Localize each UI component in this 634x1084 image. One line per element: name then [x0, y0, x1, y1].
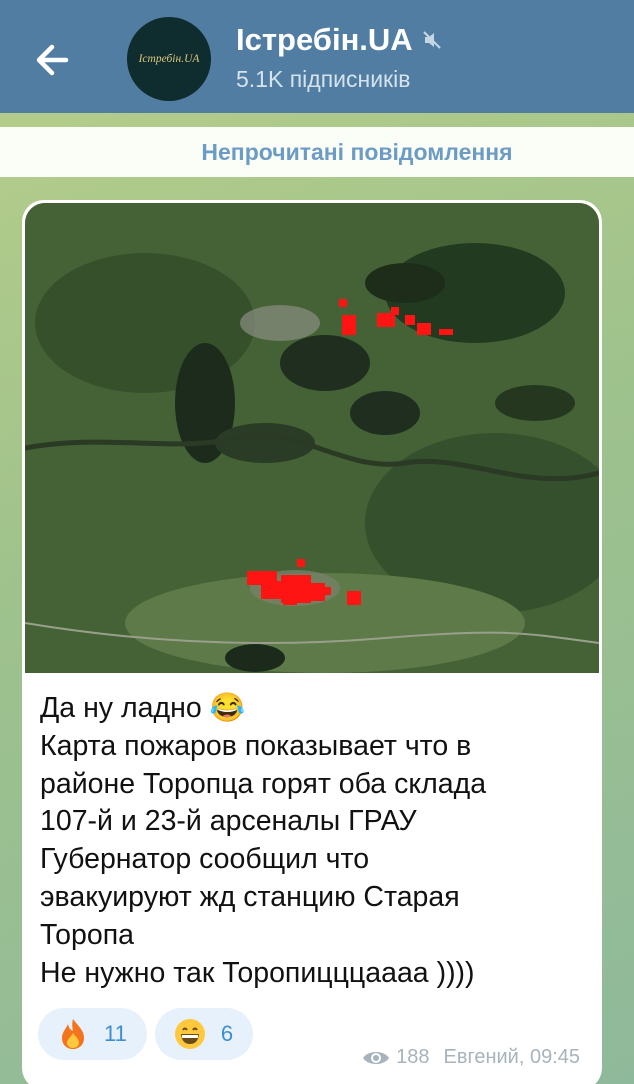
- avatar-logo-text: Істребін.UA: [138, 53, 200, 65]
- message-bubble[interactable]: Да ну ладно 😂 Карта пожаров показывает ч…: [22, 200, 602, 1084]
- message-line: Не нужно так Торопицццаааа )))): [40, 956, 475, 989]
- message-line: Карта пожаров показывает что в: [40, 729, 472, 762]
- message-meta: 188 Евгений, 09:45: [362, 1046, 580, 1069]
- back-arrow-icon[interactable]: [24, 30, 84, 90]
- message-line: 107-й и 23-й арсеналы ГРАУ: [40, 805, 417, 838]
- muted-icon: [422, 31, 441, 49]
- view-count: 188: [396, 1046, 430, 1068]
- message-line: Да ну ладно 😂: [40, 692, 246, 724]
- channel-title-row[interactable]: Істребін.UA: [236, 22, 443, 58]
- subscriber-count: 5.1K підписників: [236, 66, 411, 92]
- grinning-face-icon: [174, 1019, 205, 1049]
- reaction-count: 11: [104, 1021, 127, 1046]
- views-eye-icon: [363, 1051, 390, 1064]
- chat-header: Істребін.UA Істребін.UA 5.1K підписників: [0, 0, 634, 113]
- fire-icon: [62, 1019, 84, 1049]
- reactions-row: 11 6: [38, 1008, 254, 1060]
- message-line: Губернатор сообщил что: [40, 843, 370, 876]
- channel-avatar[interactable]: Істребін.UA: [127, 17, 211, 101]
- unread-messages-banner: Непрочитані повідомлення: [0, 127, 634, 177]
- reaction-fire[interactable]: 11: [38, 1008, 147, 1060]
- satellite-fire-map-image[interactable]: [25, 203, 599, 673]
- unread-label: Непрочитані повідомлення: [201, 138, 513, 165]
- channel-name: Істребін.UA: [236, 22, 413, 57]
- author-and-time: Евгений, 09:45: [443, 1046, 581, 1068]
- message-line: эвакуируют жд станцию Старая: [40, 880, 460, 913]
- reaction-count: 6: [220, 1021, 234, 1046]
- message-line: Торопа: [40, 918, 135, 951]
- message-line: районе Торопца горят оба склада: [40, 767, 487, 800]
- message-text: Да ну ладно 😂 Карта пожаров показывает ч…: [40, 690, 590, 992]
- reaction-grin[interactable]: 6: [154, 1008, 254, 1060]
